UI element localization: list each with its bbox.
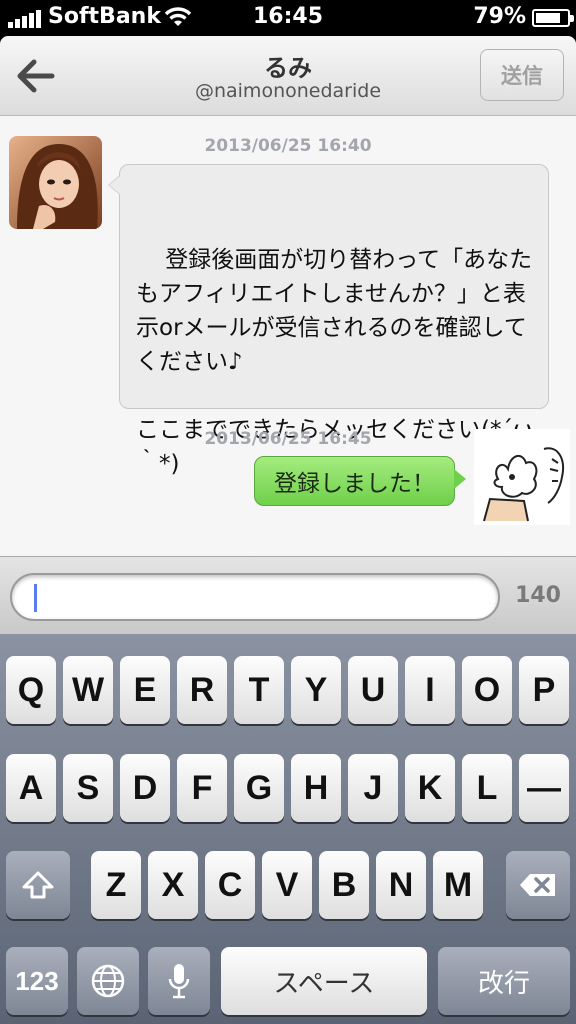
avatar-photo	[9, 136, 102, 229]
incoming-message-bubble[interactable]: 登録後画面が切り替わって「あなたもアフィリエイトしませんか？」と表示orメールが…	[108, 164, 549, 477]
battery-icon	[532, 9, 574, 27]
key-r[interactable]: R	[177, 656, 227, 724]
key-a[interactable]: A	[6, 754, 56, 822]
key-q[interactable]: Q	[6, 656, 56, 724]
backspace-icon	[520, 874, 555, 896]
return-key[interactable]: 改行	[438, 947, 570, 1015]
key-o[interactable]: O	[462, 656, 512, 724]
key-y[interactable]: Y	[291, 656, 341, 724]
key-k[interactable]: K	[405, 754, 455, 822]
message-thread[interactable]: 2013/06/25 16:40 登録後画面が切り替わって「あなたもアフィリエイ…	[0, 116, 576, 556]
outgoing-message-bubble[interactable]: 登録しました！	[254, 456, 466, 506]
key-dash[interactable]: —	[519, 754, 569, 822]
key-m[interactable]: M	[433, 851, 483, 919]
numbers-key-label: 123	[15, 965, 59, 996]
return-key-label: 改行	[477, 967, 530, 998]
keyboard: Q W E R T Y U I O P A S D F G H J K L — …	[0, 634, 576, 1024]
key-j[interactable]: J	[348, 754, 398, 822]
navigation-bar: るみ @naimononedaride 送信	[0, 36, 576, 116]
key-l[interactable]: L	[462, 754, 512, 822]
status-bar: SoftBank 16:45 79%	[0, 0, 576, 36]
key-b[interactable]: B	[319, 851, 369, 919]
key-e[interactable]: E	[120, 656, 170, 724]
text-cursor	[34, 584, 37, 612]
battery-percentage: 79%	[473, 4, 526, 29]
dictation-key[interactable]	[148, 947, 210, 1015]
space-key-label: スペース	[273, 967, 375, 998]
key-c[interactable]: C	[205, 851, 255, 919]
composer-bar: 140	[0, 556, 576, 634]
key-n[interactable]: N	[376, 851, 426, 919]
own-avatar[interactable]	[474, 429, 570, 525]
key-w[interactable]: W	[63, 656, 113, 724]
key-h[interactable]: H	[291, 754, 341, 822]
key-s[interactable]: S	[63, 754, 113, 822]
space-key[interactable]: スペース	[221, 947, 427, 1015]
key-t[interactable]: T	[234, 656, 284, 724]
avatar-drawing	[474, 429, 570, 525]
character-counter: 140	[515, 583, 561, 608]
shift-icon	[22, 871, 54, 899]
key-p[interactable]: P	[519, 656, 569, 724]
key-d[interactable]: D	[120, 754, 170, 822]
key-g[interactable]: G	[234, 754, 284, 822]
key-i[interactable]: I	[405, 656, 455, 724]
avatar[interactable]	[9, 136, 102, 229]
send-button[interactable]: 送信	[480, 49, 564, 101]
numbers-key[interactable]: 123	[6, 947, 68, 1015]
shift-key[interactable]	[6, 851, 70, 919]
message-input[interactable]	[10, 573, 500, 621]
globe-key[interactable]	[77, 947, 139, 1015]
backspace-key[interactable]	[506, 851, 570, 919]
key-z[interactable]: Z	[91, 851, 141, 919]
globe-icon	[91, 964, 125, 998]
key-u[interactable]: U	[348, 656, 398, 724]
key-v[interactable]: V	[262, 851, 312, 919]
key-f[interactable]: F	[177, 754, 227, 822]
key-x[interactable]: X	[148, 851, 198, 919]
outgoing-message-text: 登録しました！	[274, 471, 435, 497]
microphone-icon	[168, 964, 190, 999]
